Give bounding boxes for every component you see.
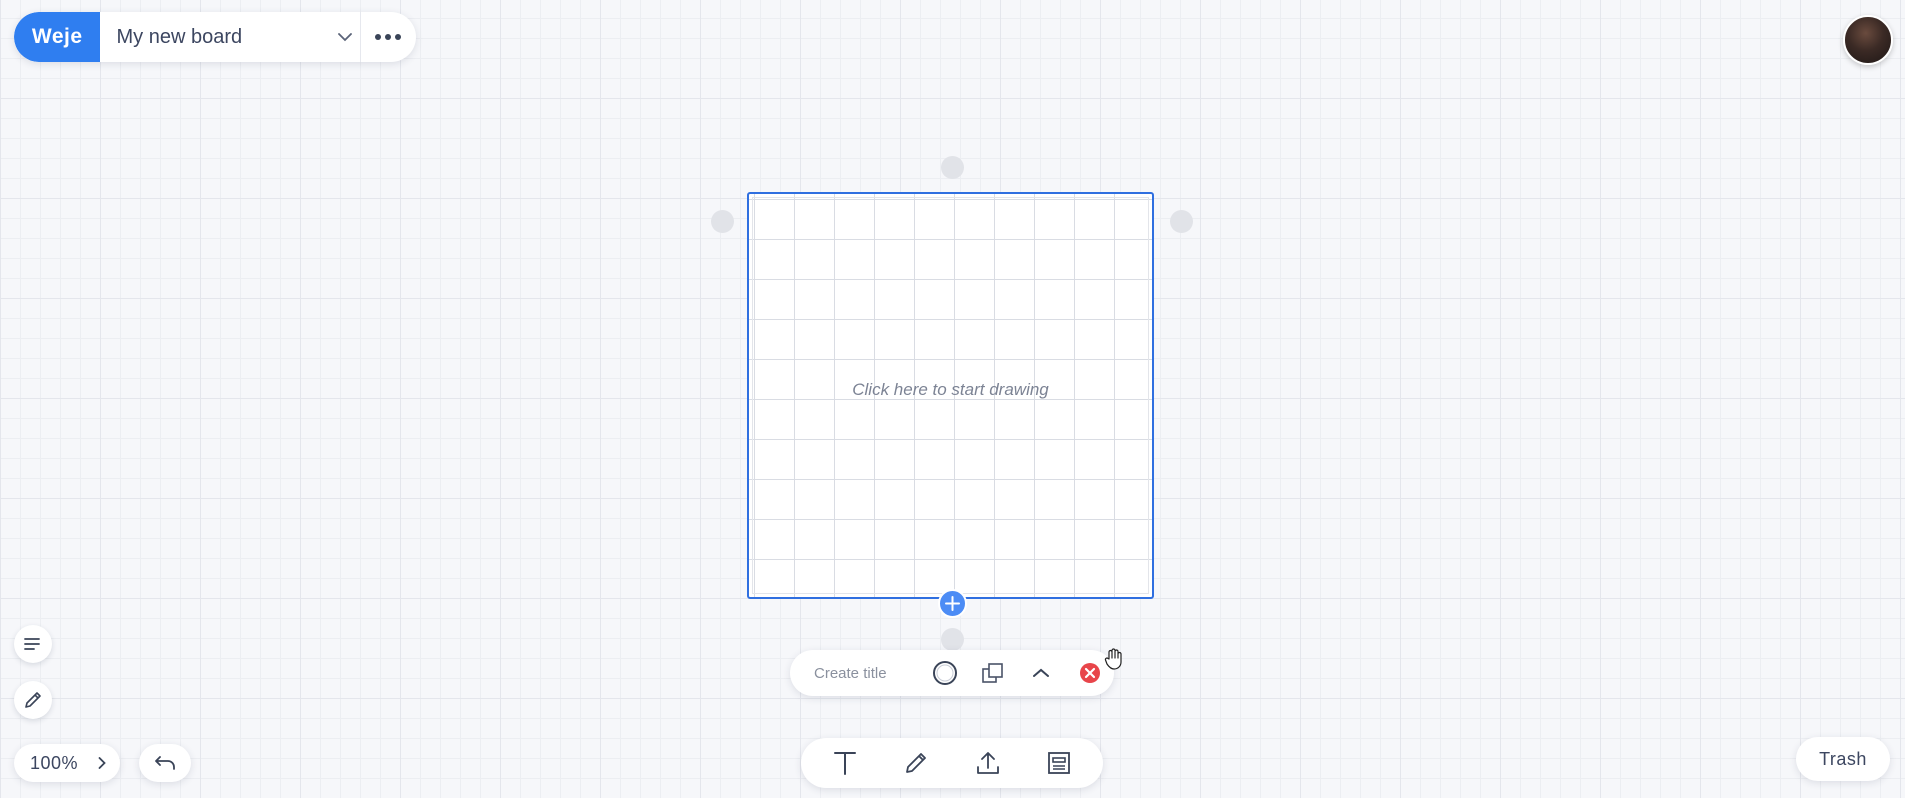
main-toolbar	[801, 738, 1103, 788]
connector-handle-right[interactable]	[1170, 210, 1193, 233]
collapse-button[interactable]	[1017, 650, 1065, 696]
close-icon	[1079, 663, 1100, 683]
duplicate-button[interactable]	[969, 650, 1017, 696]
connector-handle-bottom[interactable]	[941, 628, 964, 651]
connector-handle-top[interactable]	[941, 156, 964, 179]
element-toolbar: Create title	[790, 650, 1114, 696]
connector-handle-left[interactable]	[711, 210, 734, 233]
zoom-control: 100%	[14, 744, 120, 782]
dot	[385, 34, 392, 40]
template-icon	[1048, 752, 1071, 774]
undo-button[interactable]	[139, 744, 191, 782]
drawing-frame[interactable]: Click here to start drawing	[747, 192, 1154, 599]
plus-icon	[945, 596, 960, 611]
more-options-button[interactable]	[359, 12, 416, 62]
upload-tool-button[interactable]	[958, 738, 1018, 788]
board-header: Weje My new board	[14, 12, 416, 62]
duplicate-icon	[982, 663, 1003, 683]
weje-logo[interactable]: Weje	[14, 12, 101, 62]
pen-button[interactable]	[14, 681, 52, 719]
undo-icon	[155, 756, 175, 770]
upload-icon	[976, 752, 999, 774]
circle-color-icon	[932, 661, 957, 685]
chevron-down-icon[interactable]	[330, 12, 359, 62]
outline-button[interactable]	[14, 625, 52, 663]
template-tool-button[interactable]	[1029, 738, 1089, 788]
zoom-level[interactable]: 100%	[30, 753, 92, 774]
user-avatar[interactable]	[1843, 15, 1893, 65]
trash-button[interactable]: Trash	[1796, 737, 1890, 781]
board-title[interactable]: My new board	[100, 26, 330, 49]
hand-cursor-icon	[1104, 648, 1122, 670]
pencil-icon	[906, 753, 927, 773]
dot	[395, 34, 402, 40]
text-tool-button[interactable]	[815, 738, 875, 788]
drawing-hint: Click here to start drawing	[852, 380, 1049, 399]
outline-icon	[24, 638, 40, 650]
create-title-input[interactable]: Create title	[814, 665, 920, 682]
pencil-tool-button[interactable]	[886, 738, 946, 788]
text-icon	[833, 752, 856, 775]
pen-icon	[25, 692, 41, 708]
chevron-right-icon[interactable]	[92, 744, 112, 782]
color-picker-button[interactable]	[920, 650, 968, 696]
add-element-button[interactable]	[938, 589, 967, 618]
dot	[375, 34, 382, 40]
chevron-up-icon	[1033, 668, 1050, 677]
